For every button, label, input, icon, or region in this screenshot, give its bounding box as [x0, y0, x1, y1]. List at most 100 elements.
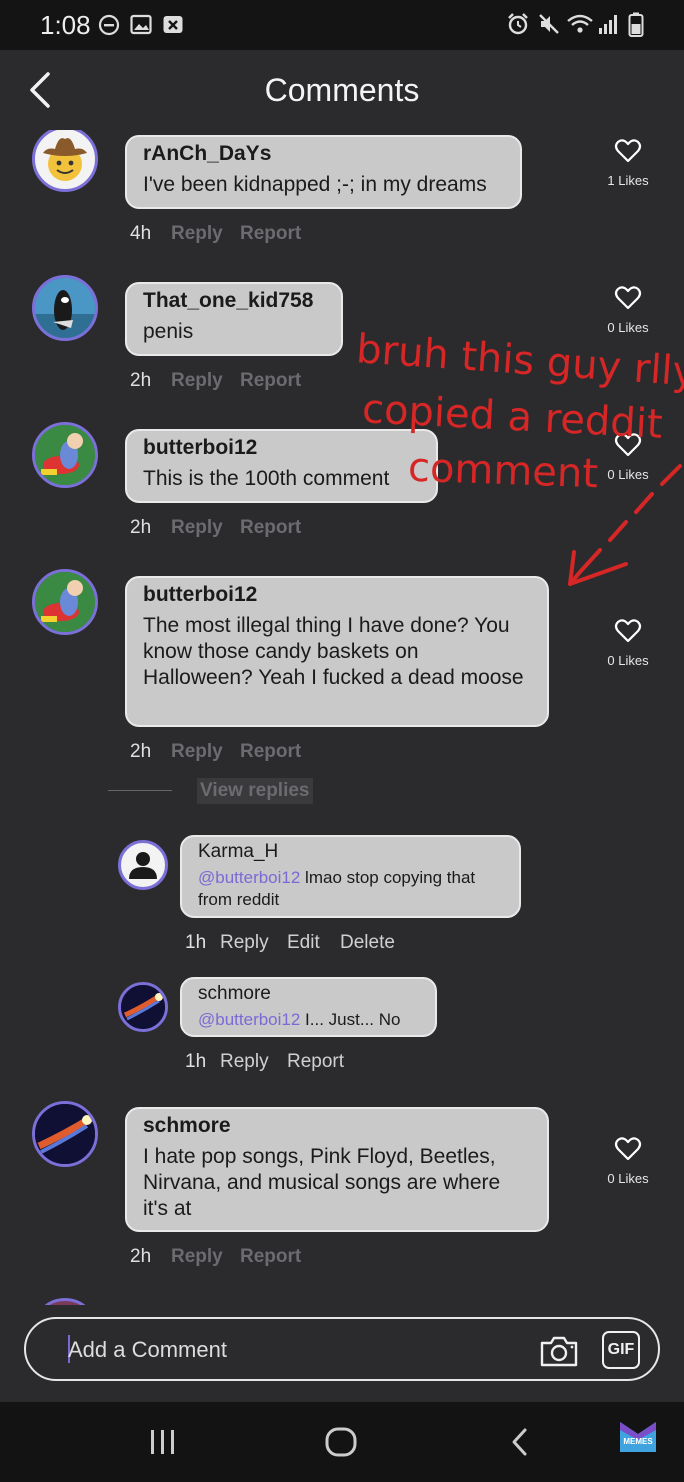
- report-button[interactable]: Report: [240, 1246, 301, 1268]
- back-nav-icon[interactable]: [508, 1426, 532, 1458]
- comment-time: 2h: [130, 370, 152, 391]
- mute-icon: [539, 14, 559, 34]
- reply-button[interactable]: Reply: [171, 1246, 223, 1268]
- reply-button[interactable]: Reply: [220, 1051, 269, 1073]
- avatar[interactable]: [32, 1298, 98, 1305]
- signal-icon: [599, 15, 617, 34]
- comment-text: This is the 100th comment: [143, 467, 390, 490]
- comment-text: penis: [143, 320, 194, 343]
- avatar[interactable]: [32, 130, 98, 192]
- likes-count: 0 Likes: [607, 467, 649, 482]
- comment-bubble[interactable]: butterboi12 This is the 100th comment: [125, 429, 438, 503]
- recent-apps-icon[interactable]: [148, 1428, 178, 1456]
- comment-text: I've been kidnapped ;-; in my dreams: [143, 173, 487, 196]
- heart-icon[interactable]: [614, 432, 642, 458]
- likes-count: 1 Likes: [607, 173, 649, 188]
- comment-text: The most illegal thing I have done? You …: [143, 614, 524, 689]
- close-box-icon: [163, 16, 183, 33]
- comments-feed[interactable]: rAnCh_DaYs I've been kidnapped ;-; in my…: [0, 130, 684, 1305]
- report-button[interactable]: Report: [240, 223, 301, 245]
- comment-username[interactable]: schmore: [143, 1114, 531, 1138]
- system-nav-bar: MEMES: [0, 1402, 684, 1482]
- comment-username[interactable]: butterboi12: [143, 583, 531, 607]
- memes-logo-icon: [620, 1422, 656, 1452]
- report-button[interactable]: Report: [240, 741, 301, 763]
- reply-button[interactable]: Reply: [171, 517, 223, 539]
- report-button[interactable]: Report: [240, 370, 301, 392]
- battery-icon: [628, 12, 644, 37]
- like-column: 0 Likes: [588, 1136, 668, 1186]
- delete-button[interactable]: Delete: [340, 932, 395, 954]
- heart-icon[interactable]: [614, 1136, 642, 1162]
- edit-button[interactable]: Edit: [287, 932, 320, 954]
- avatar[interactable]: [118, 840, 168, 890]
- reply-time: 1h: [185, 932, 207, 953]
- comment-time: 2h: [130, 1246, 152, 1267]
- baby-photo-icon: [35, 425, 95, 485]
- memes-logo-text: MEMES: [623, 1437, 653, 1446]
- comment-bubble[interactable]: That_one_kid758 penis: [125, 282, 343, 356]
- comment-bubble[interactable]: schmore I hate pop songs, Pink Floyd, Be…: [125, 1107, 549, 1232]
- comment-input-placeholder: Add a Comment: [68, 1337, 227, 1362]
- reply-bubble[interactable]: schmore @butterboi12 I... Just... No: [180, 977, 437, 1037]
- home-icon[interactable]: [324, 1426, 358, 1458]
- gallery-icon: [130, 14, 152, 35]
- avatar[interactable]: [32, 1101, 98, 1167]
- report-button[interactable]: Report: [240, 517, 301, 539]
- reply-text-block: @butterboi12 I... Just... No: [198, 1009, 419, 1031]
- like-column: 0 Likes: [588, 432, 668, 482]
- reply-time: 1h: [185, 1051, 207, 1072]
- avatar[interactable]: [32, 422, 98, 488]
- comment-bubble[interactable]: butterboi12 The most illegal thing I hav…: [125, 576, 549, 727]
- reply-text-block: @butterboi12 lmao stop copying that from…: [198, 867, 503, 911]
- reply-bubble[interactable]: Karma_H @butterboi12 lmao stop copying t…: [180, 835, 521, 918]
- comet-photo-icon: [35, 1104, 95, 1164]
- annotation-line-1: bruh this guy rlly: [354, 326, 684, 396]
- divider: [108, 790, 172, 791]
- comment-username[interactable]: rAnCh_DaYs: [143, 142, 504, 166]
- view-replies-button[interactable]: View replies: [197, 778, 313, 804]
- reply-text: I... Just... No: [300, 1010, 401, 1029]
- like-column: 1 Likes: [588, 138, 668, 188]
- comment-input[interactable]: Add a Comment GIF: [24, 1317, 660, 1381]
- status-time: 1:08: [40, 10, 91, 40]
- mention-link[interactable]: @butterboi12: [198, 868, 300, 887]
- like-column: 0 Likes: [588, 618, 668, 668]
- likes-count: 0 Likes: [607, 1171, 649, 1186]
- comment-username[interactable]: butterboi12: [143, 436, 420, 460]
- avatar[interactable]: [32, 569, 98, 635]
- reply-button[interactable]: Reply: [220, 932, 269, 954]
- heart-icon[interactable]: [614, 285, 642, 311]
- avatar[interactable]: [118, 982, 168, 1032]
- heart-icon[interactable]: [614, 138, 642, 164]
- comment-username[interactable]: That_one_kid758: [143, 289, 325, 313]
- gif-button[interactable]: GIF: [602, 1331, 640, 1369]
- comment-time: 4h: [130, 223, 152, 244]
- mention-link[interactable]: @butterboi12: [198, 1010, 300, 1029]
- comment-time: 2h: [130, 517, 152, 538]
- camera-icon[interactable]: [538, 1333, 580, 1369]
- baby-photo-icon: [35, 572, 95, 632]
- reply-button[interactable]: Reply: [171, 741, 223, 763]
- comet-photo-icon: [121, 985, 165, 1029]
- reply-username[interactable]: schmore: [198, 983, 419, 1005]
- memes-logo: MEMES: [618, 1418, 658, 1454]
- app-header: Comments: [0, 50, 684, 130]
- reply-button[interactable]: Reply: [171, 223, 223, 245]
- comment-time: 2h: [130, 741, 152, 762]
- heart-icon[interactable]: [614, 618, 642, 644]
- cowboy-emoji-icon: [43, 138, 87, 181]
- alarm-icon: [508, 13, 528, 35]
- avatar[interactable]: [32, 275, 98, 341]
- wifi-icon: [567, 14, 593, 33]
- comment-text: I hate pop songs, Pink Floyd, Beetles, N…: [143, 1145, 501, 1220]
- page-title: Comments: [264, 72, 420, 108]
- orca-photo-icon: [35, 278, 95, 338]
- likes-count: 0 Likes: [607, 653, 649, 668]
- reply-username[interactable]: Karma_H: [198, 841, 503, 863]
- comment-bubble[interactable]: rAnCh_DaYs I've been kidnapped ;-; in my…: [125, 135, 522, 209]
- do-not-disturb-icon: [98, 14, 120, 36]
- report-button[interactable]: Report: [287, 1051, 344, 1073]
- status-bar: 1:08: [0, 0, 684, 50]
- reply-button[interactable]: Reply: [171, 370, 223, 392]
